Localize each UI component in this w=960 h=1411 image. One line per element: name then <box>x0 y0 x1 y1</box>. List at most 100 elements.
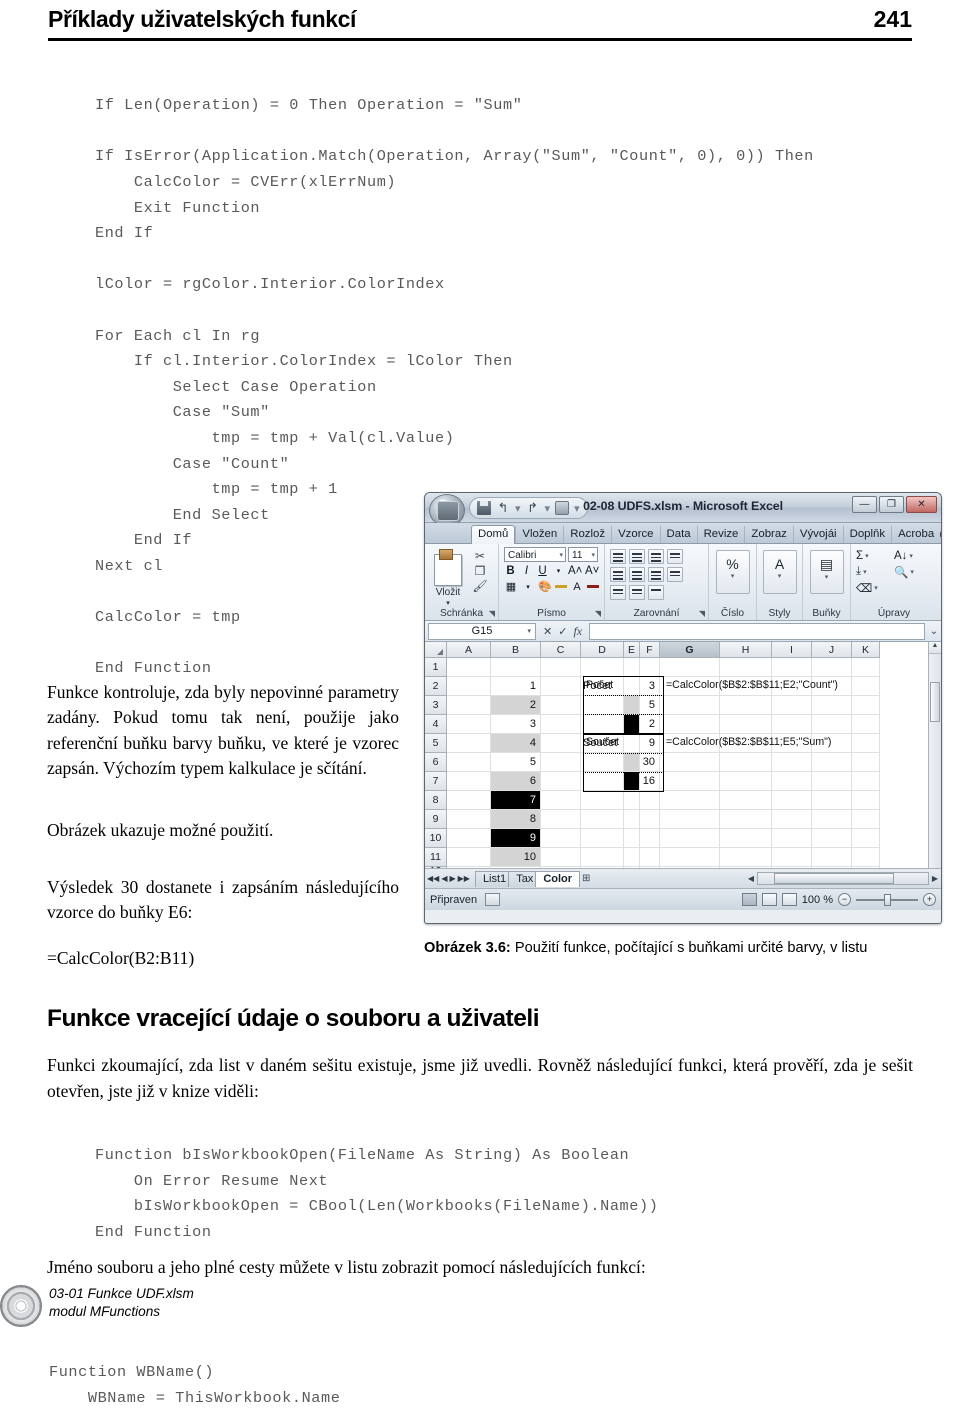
cell-a10[interactable] <box>447 829 491 848</box>
cell-i12[interactable] <box>772 867 812 868</box>
cell-c7[interactable] <box>541 772 581 791</box>
row-header-4[interactable]: 4 <box>425 715 447 734</box>
ribbon-tab-acrobat[interactable]: Acroba <box>891 526 940 543</box>
cell-h1[interactable] <box>720 658 772 677</box>
align-right-icon[interactable] <box>648 567 664 582</box>
next-sheet-icon[interactable]: ▶ <box>449 874 455 883</box>
row-header-2[interactable]: 2 <box>425 677 447 696</box>
cell-a4[interactable] <box>447 715 491 734</box>
sheet-tab-color[interactable]: Color <box>535 870 581 887</box>
increase-font-size-icon[interactable]: A˄ <box>568 565 582 577</box>
align-middle-icon[interactable] <box>629 549 645 564</box>
cell-d9[interactable] <box>581 810 624 829</box>
font-size-combobox[interactable]: 11 ▾ <box>568 547 598 562</box>
cell-k4[interactable] <box>852 715 880 734</box>
cell-i11[interactable] <box>772 848 812 867</box>
expand-formula-bar-icon[interactable]: ⌄ <box>927 626 941 637</box>
column-header-d[interactable]: D <box>581 642 624 658</box>
scroll-up-icon[interactable]: ▲ <box>929 642 941 654</box>
cell-e6[interactable] <box>624 753 640 772</box>
cell-e11[interactable] <box>624 848 640 867</box>
cell-c3[interactable] <box>541 696 581 715</box>
cells-button[interactable]: ▤ ▾ <box>809 550 844 594</box>
fill-color-icon[interactable]: 🎨 <box>538 580 552 593</box>
cell-k7[interactable] <box>852 772 880 791</box>
cell-f2[interactable]: 3 <box>640 677 660 696</box>
cell-h12[interactable] <box>720 867 772 868</box>
cell-c12[interactable] <box>541 867 581 868</box>
first-sheet-icon[interactable]: ◀◀ <box>427 874 439 883</box>
number-format-button[interactable]: % ▾ <box>715 550 750 594</box>
cell-f4[interactable]: 2 <box>640 715 660 734</box>
cell-k11[interactable] <box>852 848 880 867</box>
ribbon-tab-vyvojar[interactable]: Vývojái <box>792 526 843 543</box>
clipboard-small-buttons[interactable]: ✂ ❐ 🖌 <box>469 549 491 594</box>
format-painter-icon[interactable]: 🖌 <box>469 579 491 594</box>
column-header-f[interactable]: F <box>640 642 660 658</box>
cell-c5[interactable] <box>541 734 581 753</box>
font-name-combobox[interactable]: Calibri ▾ <box>504 547 566 562</box>
cell-f12[interactable] <box>640 867 660 868</box>
row-header-1[interactable]: 1 <box>425 658 447 677</box>
dialog-launcher-icon[interactable]: ◥ <box>595 609 601 618</box>
clear-icon[interactable]: ⌫ ▾ <box>856 581 886 595</box>
cell-j4[interactable] <box>812 715 852 734</box>
cell-d1[interactable] <box>581 658 624 677</box>
cell-j11[interactable] <box>812 848 852 867</box>
decrease-indent-icon[interactable] <box>610 585 626 600</box>
last-sheet-icon[interactable]: ▶▶ <box>458 874 470 883</box>
cell-h9[interactable] <box>720 810 772 829</box>
cell-a9[interactable] <box>447 810 491 829</box>
cell-j3[interactable] <box>812 696 852 715</box>
select-all-button[interactable] <box>425 642 447 658</box>
sheet-tab-bar[interactable]: ◀◀ ◀ ▶ ▶▶ List1 Tax Color ⊞ ◀ ▶ <box>425 868 941 888</box>
ribbon-tab-vzorce[interactable]: Vzorce <box>611 526 659 543</box>
insert-function-icon[interactable]: fx <box>573 624 582 639</box>
cell-e7[interactable] <box>624 772 640 791</box>
vertical-scrollbar[interactable]: ▲ <box>928 642 941 868</box>
cell-h11[interactable] <box>720 848 772 867</box>
chevron-down-icon[interactable]: ▾ <box>559 551 563 559</box>
cell-e8[interactable] <box>624 791 640 810</box>
cell-j9[interactable] <box>812 810 852 829</box>
chevron-down-icon[interactable]: ▾ <box>552 567 565 575</box>
row-header-6[interactable]: 6 <box>425 753 447 772</box>
cell-h7[interactable] <box>720 772 772 791</box>
cell-g1[interactable] <box>660 658 720 677</box>
cell-f9[interactable] <box>640 810 660 829</box>
chevron-down-icon[interactable]: ▾ <box>811 573 843 581</box>
cell-j6[interactable] <box>812 753 852 772</box>
cell-b5[interactable]: 4 <box>491 734 541 753</box>
cell-b1[interactable] <box>491 658 541 677</box>
merge-cells-icon[interactable] <box>648 585 664 600</box>
cell-j10[interactable] <box>812 829 852 848</box>
column-header-h[interactable]: H <box>720 642 772 658</box>
table-row[interactable]: 12 <box>425 865 928 868</box>
scroll-left-icon[interactable]: ◀ <box>745 874 757 883</box>
cell-e9[interactable] <box>624 810 640 829</box>
align-left-icon[interactable] <box>610 567 626 582</box>
cell-c1[interactable] <box>541 658 581 677</box>
cell-k3[interactable] <box>852 696 880 715</box>
bold-button[interactable]: B <box>504 565 517 577</box>
zoom-slider[interactable] <box>856 893 918 906</box>
ribbon-tab-data[interactable]: Data <box>659 526 697 543</box>
cell-k10[interactable] <box>852 829 880 848</box>
increase-indent-icon[interactable] <box>629 585 645 600</box>
ribbon-tab-revize[interactable]: Revize <box>696 526 745 543</box>
row-header-10[interactable]: 10 <box>425 829 447 848</box>
cell-b2[interactable]: 1 <box>491 677 541 696</box>
cell-h3[interactable] <box>720 696 772 715</box>
cell-f8[interactable] <box>640 791 660 810</box>
horizontal-scroll-thumb[interactable] <box>774 873 894 884</box>
cell-b10[interactable]: 9 <box>491 829 541 848</box>
zoom-out-icon[interactable]: − <box>838 893 851 906</box>
vertical-scroll-thumb[interactable] <box>930 682 940 722</box>
table-row[interactable]: 11 10 <box>425 848 928 867</box>
row-header-3[interactable]: 3 <box>425 696 447 715</box>
cell-g6[interactable] <box>660 753 720 772</box>
copy-icon[interactable]: ❐ <box>469 564 491 579</box>
cell-g7[interactable] <box>660 772 720 791</box>
cell-c10[interactable] <box>541 829 581 848</box>
formula-input[interactable] <box>589 622 925 640</box>
